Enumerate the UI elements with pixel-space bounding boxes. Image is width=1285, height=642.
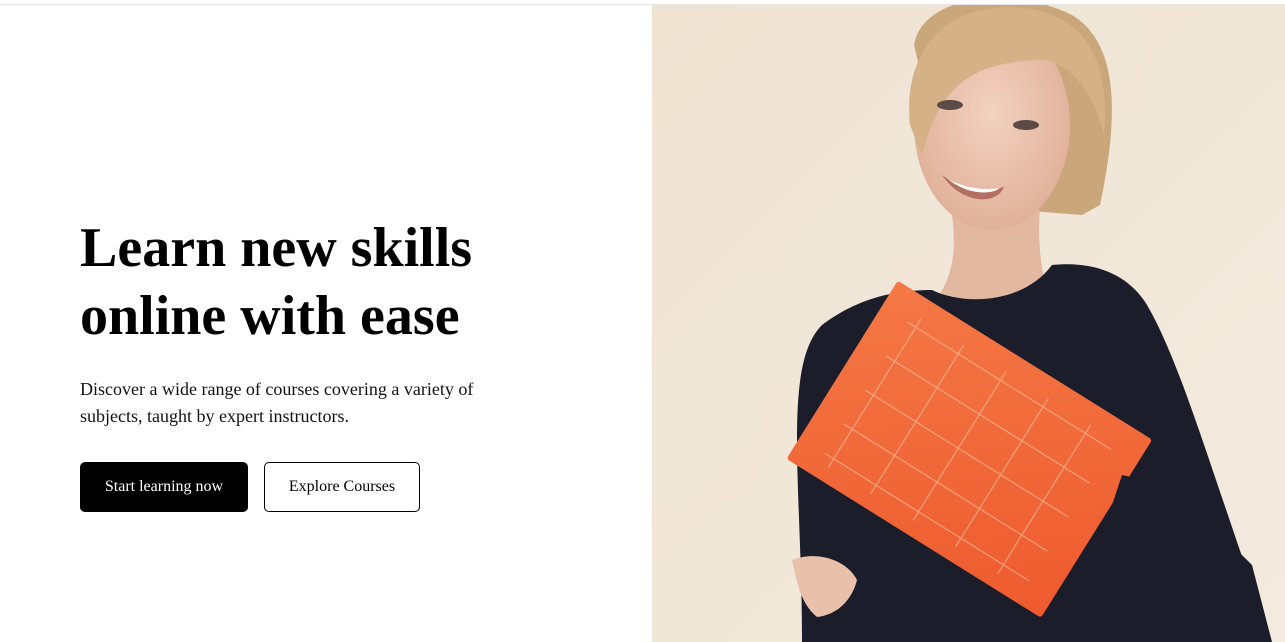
hero-subtitle: Discover a wide range of courses coverin…	[80, 379, 474, 426]
hero-photo-illustration	[652, 5, 1285, 642]
start-learning-button[interactable]: Start learning now	[80, 462, 248, 512]
hero-image	[652, 5, 1285, 642]
headline-line-2: online with ease	[80, 285, 460, 347]
hero-headline: Learn new skills online with ease	[80, 214, 600, 350]
left-eye	[937, 100, 963, 110]
right-eye	[1013, 120, 1039, 130]
explore-courses-button[interactable]: Explore Courses	[264, 462, 420, 512]
headline-line-1: Learn new skills	[80, 217, 473, 279]
